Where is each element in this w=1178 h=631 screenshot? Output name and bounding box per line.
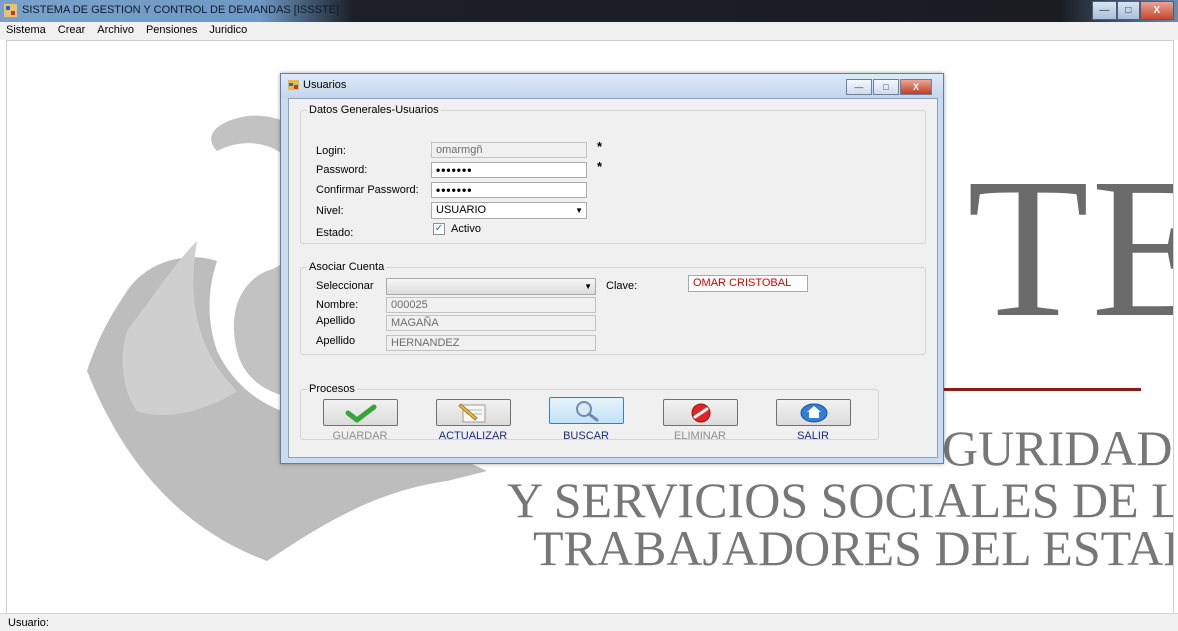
buscar-label: BUSCAR	[563, 430, 609, 442]
chevron-down-icon: ▼	[575, 206, 583, 215]
confirm-password-field[interactable]: •••••••	[431, 182, 587, 198]
menu-bar: Sistema Crear Archivo Pensiones Juridico	[0, 22, 1178, 40]
dialog-controls: — □ X	[845, 79, 932, 95]
password-field[interactable]: •••••••	[431, 162, 587, 178]
edit-pencil-icon	[457, 402, 485, 422]
salir-button[interactable]	[776, 399, 851, 426]
clave-field[interactable]: OMAR CRISTOBAL	[688, 275, 808, 292]
salir-label: SALIR	[797, 430, 829, 442]
delete-icon	[691, 403, 710, 422]
menu-juridico[interactable]: Juridico	[203, 22, 253, 40]
main-title-bar: SISTEMA DE GESTION Y CONTROL DE DEMANDAS…	[0, 0, 1178, 22]
procesos-legend: Procesos	[309, 383, 355, 395]
chevron-down-icon: ▼	[584, 282, 592, 291]
nombre-field[interactable]: 000025	[386, 297, 596, 313]
datos-generales-legend: Datos Generales-Usuarios	[309, 104, 439, 116]
eliminar-label: ELIMINAR	[674, 430, 726, 442]
check-icon	[345, 404, 376, 422]
eliminar-button[interactable]	[663, 399, 738, 426]
menu-sistema[interactable]: Sistema	[0, 22, 52, 40]
apellido-materno-field[interactable]: HERNANDEZ	[386, 335, 596, 351]
logo-red-line	[927, 388, 1141, 391]
logo-line-1: GURIDAD	[942, 420, 1173, 476]
window-controls: — □ X	[1092, 1, 1174, 20]
minimize-button[interactable]: —	[1092, 1, 1117, 20]
login-label: Login:	[316, 145, 346, 157]
actualizar-button[interactable]	[436, 399, 511, 426]
maximize-button[interactable]: □	[1116, 1, 1140, 20]
activo-checkbox[interactable]: ✓	[433, 223, 445, 235]
dialog-close-button[interactable]: X	[900, 79, 932, 95]
logo-letters: TE	[967, 138, 1173, 359]
estado-label: Estado:	[316, 227, 354, 239]
status-bar: Usuario:	[0, 613, 1178, 631]
menu-pensiones[interactable]: Pensiones	[140, 22, 203, 40]
dialog-body: Datos Generales-Usuarios Login: omarmgñ …	[288, 98, 938, 458]
login-field[interactable]: omarmgñ	[431, 142, 587, 158]
menu-crear[interactable]: Crear	[52, 22, 92, 40]
dialog-minimize-button[interactable]: —	[846, 79, 872, 95]
logo-line-3: TRABAJADORES DEL ESTADO	[533, 520, 1174, 576]
apellido-paterno-field[interactable]: MAGAÑA	[386, 315, 596, 331]
nombre-label: Nombre:	[316, 299, 359, 311]
usuario-status-label: Usuario:	[8, 617, 49, 629]
confirm-password-label: Confirmar Password:	[316, 184, 419, 196]
form-icon	[288, 80, 299, 90]
main-window-title: SISTEMA DE GESTION Y CONTROL DE DEMANDAS…	[22, 4, 340, 16]
seleccionar-label: Seleccionar	[316, 280, 374, 292]
seleccionar-select[interactable]: ▼	[386, 278, 596, 295]
nivel-value: USUARIO	[436, 204, 487, 216]
home-exit-icon	[800, 403, 827, 422]
nivel-label: Nivel:	[316, 205, 344, 217]
dialog-title: Usuarios	[303, 79, 347, 91]
password-label: Password:	[316, 164, 368, 176]
dialog-title-bar[interactable]: Usuarios — □ X	[281, 74, 943, 98]
apellido-materno-label: Apellido	[316, 335, 356, 347]
clave-label: Clave:	[606, 280, 638, 292]
usuarios-dialog: Usuarios — □ X Datos Generales-Usuarios …	[280, 73, 944, 464]
guardar-button[interactable]	[323, 399, 398, 426]
login-required-mark: *	[597, 139, 603, 154]
buscar-button[interactable]	[549, 397, 624, 424]
actualizar-label: ACTUALIZAR	[438, 430, 508, 442]
password-required-mark: *	[597, 159, 603, 174]
dialog-maximize-button[interactable]: □	[873, 79, 899, 95]
guardar-label: GUARDAR	[332, 430, 388, 442]
activo-label: Activo	[451, 223, 481, 235]
app-icon	[4, 4, 17, 17]
menu-archivo[interactable]: Archivo	[91, 22, 140, 40]
apellido-paterno-label: Apellido	[316, 315, 356, 327]
asociar-cuenta-legend: Asociar Cuenta	[309, 261, 385, 273]
datos-generales-group: Datos Generales-Usuarios	[300, 104, 926, 244]
magnifier-icon	[575, 400, 598, 421]
close-button[interactable]: X	[1139, 1, 1174, 20]
nivel-select[interactable]: USUARIO ▼	[431, 202, 587, 219]
